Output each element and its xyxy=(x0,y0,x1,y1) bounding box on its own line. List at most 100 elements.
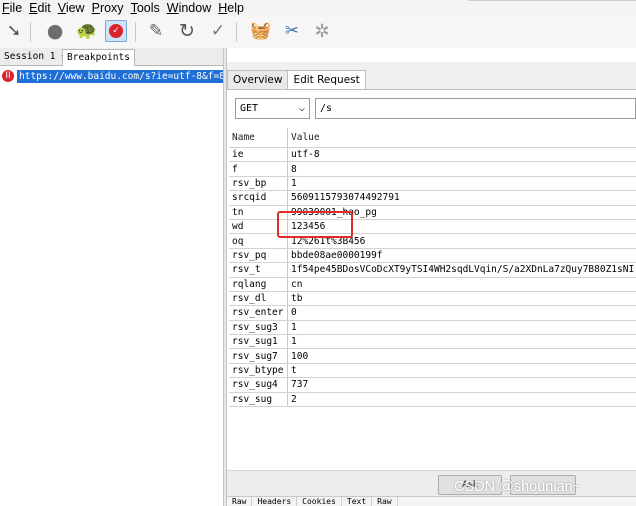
param-row-rsv-dl[interactable]: rsv_dl tb xyxy=(229,291,636,307)
param-value[interactable]: utf-8 xyxy=(288,148,636,161)
param-value[interactable]: 5609115793074492791 xyxy=(288,191,636,204)
param-name[interactable]: rsv_enter xyxy=(229,306,288,320)
param-name[interactable]: srcqid xyxy=(229,191,288,205)
param-row-f[interactable]: f8 xyxy=(229,162,636,177)
menu-item-mnemonic: V xyxy=(57,0,66,15)
param-name[interactable]: rsv_btype xyxy=(229,363,288,378)
response-tab[interactable]: Raw xyxy=(227,497,253,506)
menu-item-help[interactable]: Help xyxy=(216,1,247,15)
param-name[interactable]: rsv_t xyxy=(229,263,288,277)
param-value[interactable]: 737 xyxy=(288,378,636,391)
param-row-rsv-sug3[interactable]: rsv_sug3 1 xyxy=(229,320,636,336)
param-name[interactable]: rsv_sug7 xyxy=(229,349,288,363)
param-value[interactable]: 100 xyxy=(288,349,636,362)
menu-item-mnemonic: W xyxy=(166,0,179,15)
param-row-rsv-sug7[interactable]: rsv_sug7 100 xyxy=(229,349,636,364)
param-name[interactable]: rsv_sug3 xyxy=(229,320,288,335)
menu-bar-edge xyxy=(468,0,636,2)
param-name[interactable]: rsv_sug1 xyxy=(229,335,288,349)
param-name[interactable]: rsv_sug4 xyxy=(229,378,288,392)
menu-item-mnemonic: E xyxy=(29,0,38,15)
params-table: Name Value ie utf-8 f 8 rsv_bp 1 srcqid 5609115… xyxy=(229,128,636,408)
param-row-rsv-bp[interactable]: rsv_bp 1 xyxy=(229,176,636,192)
param-value[interactable]: 1 xyxy=(288,177,636,190)
menu-item-label: ile xyxy=(9,0,23,15)
param-value[interactable]: t xyxy=(288,364,636,377)
param-row-rsv-enter[interactable]: rsv_enter 0 xyxy=(229,306,636,321)
param-value[interactable]: tb xyxy=(288,292,636,305)
column-header-name[interactable]: Name xyxy=(229,128,288,147)
param-name[interactable]: f xyxy=(229,162,288,176)
response-tab[interactable]: Raw xyxy=(372,497,398,506)
session-list: II https://www.baidu.com/s?ie=utf-8&f=8 xyxy=(0,66,223,506)
edit-pen-icon[interactable]: ✎ xyxy=(145,20,167,42)
param-row-rsv-t[interactable]: rsv_t 1f54pe45BDosVCoDcXT9yTSI4WH2sqdLVqi… xyxy=(229,263,636,278)
tab-breakpoints[interactable]: Breakpoints xyxy=(62,49,135,66)
param-row-rsv-sug[interactable]: rsv_sug 2 xyxy=(229,392,636,408)
tab-edit-request[interactable]: Edit Request xyxy=(287,70,366,90)
param-row-rqlang[interactable]: rqlang cn xyxy=(229,277,636,292)
record-icon[interactable]: ● xyxy=(44,20,66,42)
param-value[interactable]: 1 xyxy=(288,321,636,334)
chevron-down-icon: ⌵ xyxy=(298,103,305,114)
session-tabs: Session 1 ✱ Breakpoints xyxy=(0,48,225,66)
param-row-rsv-btype[interactable]: rsv_btype t xyxy=(229,363,636,379)
menu-item-mnemonic: F xyxy=(2,0,10,15)
tab-breakpoints-label: Breakpoints xyxy=(67,52,130,63)
tab-session-1[interactable]: Session 1 ✱ xyxy=(0,49,71,66)
param-value[interactable]: cn xyxy=(288,278,636,291)
param-name[interactable]: rqlang xyxy=(229,277,288,291)
response-tab[interactable]: Cookies xyxy=(297,497,342,506)
param-name[interactable]: ie xyxy=(229,148,288,162)
menu-item-tools[interactable]: Tools xyxy=(129,1,163,15)
param-value[interactable]: 0 xyxy=(288,306,636,319)
param-value[interactable]: 1 xyxy=(288,335,636,348)
response-tabs: Raw Headers Cookies Text Raw xyxy=(227,496,636,506)
menu-item-label: dit xyxy=(37,0,51,15)
menu-item-file[interactable]: File xyxy=(0,1,25,15)
method-select[interactable]: GET ⌵ xyxy=(235,98,310,119)
path-input[interactable]: /s xyxy=(315,98,636,119)
inspector-pane: Overview Edit Request GET ⌵ /s Name Valu… xyxy=(227,62,636,506)
param-row-ie[interactable]: ie utf-8 xyxy=(229,148,636,163)
session-row[interactable]: II https://www.baidu.com/s?ie=utf-8&f=8 xyxy=(0,69,223,83)
menu-item-view[interactable]: View xyxy=(56,1,88,15)
response-tab[interactable]: Text xyxy=(342,497,373,506)
tools-icon[interactable]: ✂ xyxy=(281,20,303,42)
basket-icon[interactable]: 🧺 xyxy=(250,20,272,42)
param-value[interactable]: 1f54pe45BDosVCoDcXT9yTSI4WH2sqdLVqin/S/a… xyxy=(288,263,636,276)
response-tab[interactable]: Headers xyxy=(252,497,298,506)
param-name[interactable]: rsv_dl xyxy=(229,291,288,306)
param-value[interactable]: bbde08ae0000199f xyxy=(288,249,636,262)
param-row-srcqid[interactable]: srcqid 5609115793074492791 xyxy=(229,191,636,206)
check-icon[interactable]: ✓ xyxy=(207,20,229,42)
param-name[interactable]: rsv_sug xyxy=(229,392,288,407)
menu-item-window[interactable]: Window xyxy=(165,1,214,15)
menu-item-label: iew xyxy=(65,0,85,15)
menu-item-edit[interactable]: Edit xyxy=(27,1,54,15)
param-value[interactable]: 8 xyxy=(288,162,636,175)
breakpoint-icon: ✓ xyxy=(109,24,123,38)
breakpoint-toggle-button[interactable]: ✓ xyxy=(105,20,127,42)
tab-session-label: Session 1 xyxy=(4,51,56,62)
toolbar-separator xyxy=(30,22,31,42)
menu-item-proxy[interactable]: Proxy xyxy=(90,1,127,15)
toolbar-separator xyxy=(236,22,237,42)
settings-gear-icon[interactable]: ✲ xyxy=(311,20,333,42)
menu-item-label: ools xyxy=(136,0,160,15)
param-value[interactable]: 2 xyxy=(288,393,636,406)
column-header-value[interactable]: Value xyxy=(288,128,636,147)
refresh-icon[interactable]: ↻ xyxy=(176,20,198,42)
param-row-rsv-sug4[interactable]: rsv_sug4 737 xyxy=(229,378,636,393)
turtle-icon[interactable]: 🐢 xyxy=(76,20,98,42)
param-name[interactable]: rsv_bp xyxy=(229,176,288,191)
pointer-icon[interactable]: ➘ xyxy=(3,20,25,42)
param-row-rsv-sug1[interactable]: rsv_sug1 1 xyxy=(229,335,636,350)
param-row-rsv-pq[interactable]: rsv_pq bbde08ae0000199f xyxy=(229,248,636,264)
menu-item-mnemonic: P xyxy=(91,0,100,15)
param-name[interactable]: rsv_pq xyxy=(229,248,288,263)
tab-overview[interactable]: Overview xyxy=(227,70,289,90)
menu-item-label: roxy xyxy=(99,0,124,15)
session-url: https://www.baidu.com/s?ie=utf-8&f=8 xyxy=(17,69,223,83)
params-header: Name Value xyxy=(229,128,636,148)
